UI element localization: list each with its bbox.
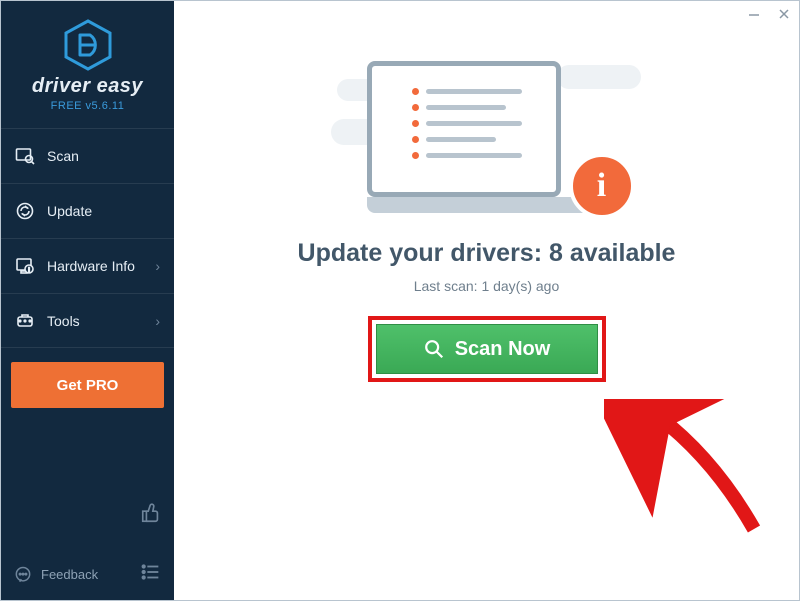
- get-pro-button[interactable]: Get PRO: [11, 362, 164, 408]
- main-pane: i Update your drivers: 8 available Last …: [174, 1, 799, 600]
- scan-highlight-box: Scan Now: [368, 316, 606, 382]
- feedback-button[interactable]: Feedback: [13, 565, 98, 585]
- app-window: driver easy FREE v5.6.11 Scan: [0, 0, 800, 601]
- logo-area: driver easy FREE v5.6.11: [1, 1, 174, 120]
- get-pro-label: Get PRO: [57, 377, 119, 394]
- feedback-icon: [13, 565, 33, 585]
- info-badge-icon: i: [569, 153, 635, 219]
- feedback-label: Feedback: [41, 567, 98, 582]
- brand-text: driver easy: [32, 75, 143, 98]
- menu-list-icon[interactable]: [140, 561, 162, 588]
- sidebar-item-update[interactable]: Update: [1, 183, 174, 238]
- sidebar-item-label: Hardware Info: [47, 258, 135, 274]
- sidebar-item-hardware-info[interactable]: i Hardware Info ›: [1, 238, 174, 293]
- scan-illustration: i: [337, 39, 637, 213]
- sidebar-nav: Scan Update i: [1, 128, 174, 348]
- headline-prefix: Update your drivers:: [298, 239, 549, 267]
- annotation-arrow-icon: [604, 399, 764, 559]
- chevron-right-icon: ›: [155, 313, 160, 329]
- app-logo-icon: [60, 17, 116, 73]
- sidebar-item-label: Update: [47, 203, 92, 219]
- scan-now-label: Scan Now: [455, 338, 551, 361]
- headline-suffix: available: [563, 239, 676, 267]
- last-scan-text: Last scan: 1 day(s) ago: [414, 278, 560, 294]
- scan-icon: [15, 146, 35, 166]
- version-text: FREE v5.6.11: [51, 100, 125, 112]
- sidebar: driver easy FREE v5.6.11 Scan: [1, 1, 174, 600]
- sidebar-footer: Feedback: [1, 492, 174, 600]
- available-count: 8: [549, 239, 563, 267]
- scan-now-button[interactable]: Scan Now: [376, 324, 598, 374]
- sidebar-item-tools[interactable]: Tools ›: [1, 293, 174, 348]
- hardware-info-icon: i: [15, 256, 35, 276]
- tools-icon: [15, 311, 35, 331]
- thumbs-up-icon[interactable]: [140, 502, 162, 529]
- search-icon: [423, 338, 445, 360]
- update-icon: [15, 201, 35, 221]
- svg-text:i: i: [28, 268, 29, 274]
- sidebar-item-label: Tools: [47, 313, 80, 329]
- headline: Update your drivers: 8 available: [298, 239, 676, 268]
- sidebar-item-label: Scan: [47, 148, 79, 164]
- sidebar-item-scan[interactable]: Scan: [1, 128, 174, 183]
- chevron-right-icon: ›: [155, 258, 160, 274]
